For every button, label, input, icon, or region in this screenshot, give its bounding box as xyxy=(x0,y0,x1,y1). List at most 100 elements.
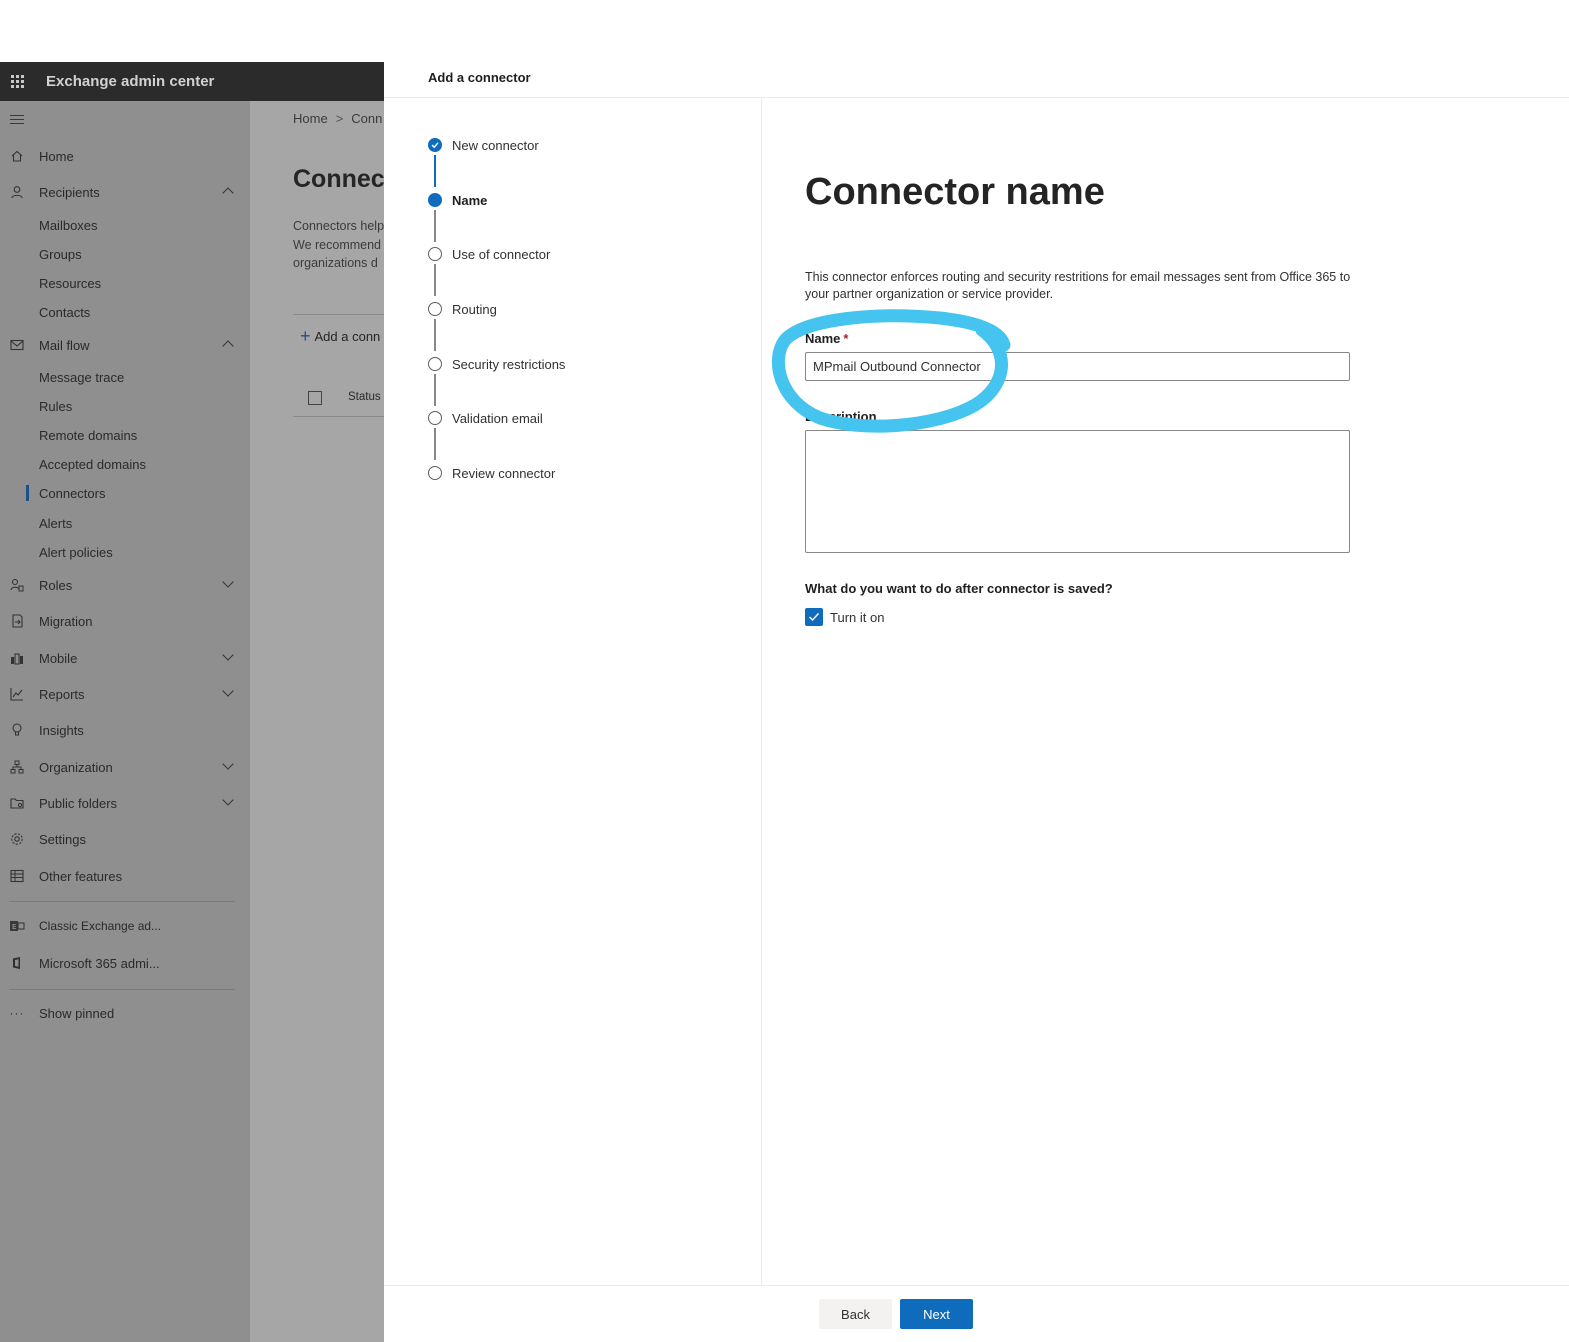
nav-subitem-groups[interactable]: Groups xyxy=(39,241,82,267)
nav-item-home[interactable]: Home xyxy=(0,141,250,171)
nav-item-label: Insights xyxy=(39,722,84,738)
nav-item-public-folders[interactable]: Public folders xyxy=(0,788,250,818)
add-connector-button: + Add a conn xyxy=(300,326,380,347)
app-launcher-icon[interactable] xyxy=(0,62,34,101)
add-connector-panel: Add a connector New connector Name Use o… xyxy=(384,62,1569,1342)
nav-subitem-resources[interactable]: Resources xyxy=(39,270,101,296)
step-connector-line xyxy=(434,155,436,187)
empty-circle-icon xyxy=(428,302,442,316)
nav-item-insights[interactable]: Insights xyxy=(0,715,250,745)
page-description-line: Connectors help xyxy=(293,219,384,233)
back-button[interactable]: Back xyxy=(819,1299,892,1329)
empty-circle-icon xyxy=(428,411,442,425)
required-asterisk: * xyxy=(843,331,849,346)
nav-item-label: Recipients xyxy=(39,184,100,200)
step-label: Security restrictions xyxy=(452,356,566,372)
app-title[interactable]: Exchange admin center xyxy=(46,73,214,90)
nav-item-other-features[interactable]: Other features xyxy=(0,861,250,891)
page-title: Connect xyxy=(293,165,384,193)
step-connector-line xyxy=(434,319,436,351)
nav-item-reports[interactable]: Reports xyxy=(0,679,250,709)
grid-table-icon xyxy=(9,868,25,884)
nav-item-organization[interactable]: Organization xyxy=(0,752,250,782)
step-name[interactable]: Name xyxy=(428,190,487,210)
nav-subitem-alerts[interactable]: Alerts xyxy=(39,510,72,536)
folder-icon xyxy=(9,795,25,811)
step-validation-email[interactable]: Validation email xyxy=(428,408,543,428)
background-page: Home > Conn Connect Connectors help We rec… xyxy=(250,101,384,1342)
divider xyxy=(293,314,384,315)
step-label: Review connector xyxy=(452,465,556,481)
nav-subitem-accepted-domains[interactable]: Accepted domains xyxy=(39,451,146,477)
breadcrumb: Home > Conn xyxy=(293,111,382,126)
nav-item-show-pinned[interactable]: ··· Show pinned xyxy=(0,998,250,1028)
divider xyxy=(293,416,384,417)
suite-header: Exchange admin center xyxy=(0,62,384,101)
nav-item-label: Roles xyxy=(39,577,73,593)
nav-divider xyxy=(9,901,235,902)
chevron-down-icon xyxy=(222,794,234,806)
empty-circle-icon xyxy=(428,466,442,480)
nav-item-label: Reports xyxy=(39,686,85,702)
nav-subitem-rules[interactable]: Rules xyxy=(39,393,72,419)
lightbulb-icon xyxy=(9,722,25,738)
svg-text:E: E xyxy=(12,923,16,931)
nav-item-settings[interactable]: Settings xyxy=(0,824,250,854)
step-label: Routing xyxy=(452,301,497,317)
nav-item-label: Organization xyxy=(39,759,113,775)
nav-item-roles[interactable]: Roles xyxy=(0,570,250,600)
step-review-connector[interactable]: Review connector xyxy=(428,463,555,483)
nav-subitem-alert-policies[interactable]: Alert policies xyxy=(39,539,113,565)
hamburger-menu-icon[interactable] xyxy=(10,115,24,127)
step-security-restrictions[interactable]: Security restrictions xyxy=(428,354,565,374)
connector-name-input[interactable] xyxy=(805,352,1350,381)
add-connector-label: Add a conn xyxy=(314,329,381,344)
nav-item-label: Public folders xyxy=(39,795,118,811)
nav-item-label: Migration xyxy=(39,613,93,629)
select-all-checkbox xyxy=(308,391,322,405)
nav-item-label: Other features xyxy=(39,868,123,884)
nav-item-label: Settings xyxy=(39,831,86,847)
step-label: Name xyxy=(452,192,488,208)
description-textarea[interactable] xyxy=(805,430,1350,553)
chevron-right-icon: > xyxy=(335,111,344,126)
step-new-connector[interactable]: New connector xyxy=(428,135,539,155)
nav-item-classic-exchange[interactable]: E Classic Exchange ad... xyxy=(0,911,250,941)
current-step-dot-icon xyxy=(428,193,442,207)
nav-divider xyxy=(9,989,235,990)
after-save-question: What do you want to do after connector i… xyxy=(805,581,1113,596)
step-connector-line xyxy=(434,374,436,406)
checkbox-checked-icon[interactable] xyxy=(805,608,823,626)
chevron-up-icon xyxy=(222,187,234,199)
nav-item-label: Show pinned xyxy=(39,1005,115,1021)
step-description: This connector enforces routing and secu… xyxy=(805,270,1351,301)
turn-it-on-checkbox-row[interactable]: Turn it on xyxy=(805,608,884,626)
step-label: Validation email xyxy=(452,410,543,426)
nav-item-label: Home xyxy=(39,148,74,164)
office-logo-icon xyxy=(9,955,25,971)
nav-item-mobile[interactable]: Mobile xyxy=(0,643,250,673)
page-description-line: We recommend xyxy=(293,237,381,252)
nav-item-microsoft-365-admin[interactable]: Microsoft 365 admi... xyxy=(0,948,250,978)
nav-item-label: Mail flow xyxy=(39,337,90,353)
column-header-status: Status xyxy=(348,391,381,403)
page-description-line: organizations d xyxy=(293,256,378,270)
nav-subitem-mailboxes[interactable]: Mailboxes xyxy=(39,212,98,238)
step-routing[interactable]: Routing xyxy=(428,299,497,319)
nav-subitem-remote-domains[interactable]: Remote domains xyxy=(39,422,137,448)
step-connector-line xyxy=(434,428,436,460)
nav-item-migration[interactable]: Migration xyxy=(0,606,250,636)
step-use-of-connector[interactable]: Use of connector xyxy=(428,244,550,264)
empty-circle-icon xyxy=(428,357,442,371)
nav-subitem-message-trace[interactable]: Message trace xyxy=(39,364,124,390)
chevron-up-icon xyxy=(222,340,234,352)
next-button[interactable]: Next xyxy=(900,1299,973,1329)
nav-subitem-connectors[interactable]: Connectors xyxy=(39,480,105,506)
nav-item-mail-flow[interactable]: Mail flow xyxy=(0,330,250,360)
nav-item-label: Mobile xyxy=(39,650,78,666)
checkmark-circle-icon xyxy=(428,138,442,152)
chart-line-icon xyxy=(9,686,25,702)
migration-icon xyxy=(9,613,25,629)
nav-subitem-contacts[interactable]: Contacts xyxy=(39,299,90,325)
nav-item-recipients[interactable]: Recipients xyxy=(0,177,250,207)
